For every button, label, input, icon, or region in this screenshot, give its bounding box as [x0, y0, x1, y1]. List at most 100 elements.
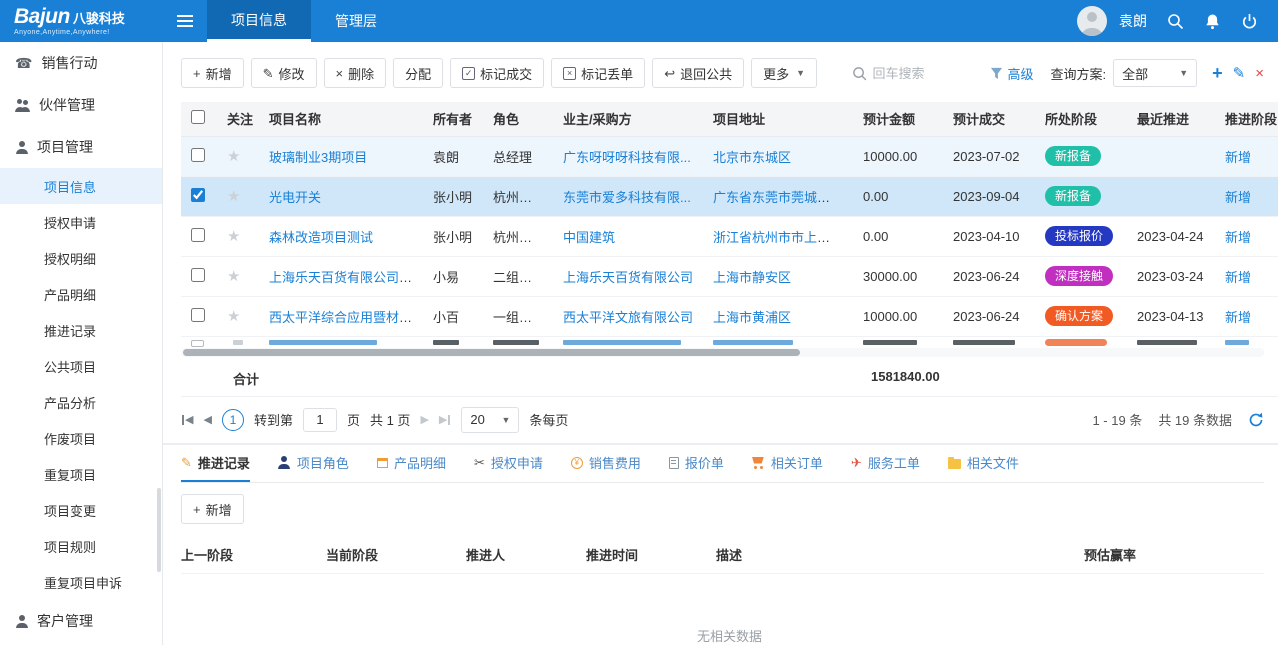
mark-lost-button[interactable]: ×标记丢单 — [551, 58, 645, 88]
star-icon[interactable]: ★ — [227, 228, 240, 245]
project-name-link[interactable]: 西太平洋综合应用暨材料试... — [269, 310, 423, 325]
mark-won-button[interactable]: ✓标记成交 — [450, 58, 544, 88]
table-row[interactable]: ★ 森林改造项目测试 张小明 杭州渠道 中国建筑 浙江省杭州市市上城区杭州...… — [181, 216, 1278, 256]
avatar[interactable] — [1077, 6, 1107, 36]
sidebar-item-label: 重复项目申诉 — [44, 573, 122, 592]
push-stage-link[interactable]: 新增 — [1225, 270, 1251, 285]
project-name-link[interactable]: 光电开关 — [269, 190, 321, 205]
query-plan-select[interactable]: 全部 ▼ — [1113, 59, 1197, 87]
return-public-button[interactable]: ↩退回公共 — [652, 58, 744, 88]
search-input[interactable] — [873, 66, 969, 81]
bell-icon[interactable] — [1204, 13, 1221, 30]
add-button[interactable]: +新增 — [181, 58, 244, 88]
table-row[interactable]: ★ 上海乐天百货有限公司项目 小易 二组渠道 上海乐天百货有限公司 上海市静安区… — [181, 256, 1278, 296]
edit-button[interactable]: ✎修改 — [251, 58, 317, 88]
sidebar-group-partner-management[interactable]: 伙伴管理 — [0, 84, 162, 126]
sidebar-item-product-detail[interactable]: 产品明细 — [0, 276, 162, 312]
sidebar-item-project-info[interactable]: 项目信息 — [0, 168, 162, 204]
client-link[interactable]: 中国建筑 — [563, 230, 615, 245]
detail-tab-auth-request[interactable]: ✂授权申请 — [474, 445, 543, 482]
row-checkbox[interactable] — [191, 148, 205, 162]
username[interactable]: 袁朗 — [1119, 11, 1147, 31]
last-page-icon[interactable]: ▶ — [439, 413, 451, 426]
pagination: ◀ ◀ 1 转到第 页 共 1 页 ▶ ▶ 20 ▼ 条每页 1 - 19 条 … — [181, 397, 1278, 443]
more-button[interactable]: 更多▼ — [751, 58, 817, 88]
detail-tab-service-tickets[interactable]: ✈服务工单 — [851, 445, 920, 482]
client-link[interactable]: 广东呀呀呀科技有限... — [563, 150, 691, 165]
sidebar-item-duplicate-projects[interactable]: 重复项目 — [0, 456, 162, 492]
detail-tab-project-roles[interactable]: 项目角色 — [278, 445, 349, 482]
sidebar-item-voided-projects[interactable]: 作废项目 — [0, 420, 162, 456]
search-icon[interactable] — [1167, 13, 1184, 30]
delete-query-icon[interactable]: × — [1255, 66, 1264, 81]
tab-project-info[interactable]: 项目信息 — [207, 0, 311, 42]
row-checkbox[interactable] — [191, 188, 205, 202]
address-link[interactable]: 上海市静安区 — [713, 270, 791, 285]
address-link[interactable]: 浙江省杭州市市上城区杭州... — [713, 230, 853, 245]
menu-toggle-icon[interactable] — [163, 15, 207, 27]
detail-tab-push-records[interactable]: ✎推进记录 — [181, 445, 250, 482]
table-row[interactable]: ★ 光电开关 张小明 杭州渠道 东莞市爱多科技有限... 广东省东莞市莞城区55… — [181, 176, 1278, 216]
tab-management[interactable]: 管理层 — [311, 0, 401, 42]
sidebar-item-public-projects[interactable]: 公共项目 — [0, 348, 162, 384]
top-tabs: 项目信息 管理层 — [207, 0, 401, 42]
page-size-select[interactable]: 20 ▼ — [461, 407, 519, 433]
address-link[interactable]: 广东省东莞市莞城区55555 — [713, 190, 853, 205]
detail-tab-label: 授权申请 — [491, 453, 543, 472]
star-icon[interactable]: ★ — [227, 308, 240, 325]
client-link[interactable]: 东莞市爱多科技有限... — [563, 190, 691, 205]
scrollbar-thumb[interactable] — [183, 349, 800, 356]
detail-tab-related-files[interactable]: 相关文件 — [948, 445, 1019, 482]
row-checkbox[interactable] — [191, 308, 205, 322]
per-page-label: 条每页 — [529, 410, 568, 429]
detail-tab-product-detail[interactable]: 产品明细 — [377, 445, 446, 482]
edit-query-icon[interactable]: ✎ — [1233, 66, 1246, 81]
address-link[interactable]: 北京市东城区 — [713, 150, 791, 165]
detail-tab-sales-expense[interactable]: ¥销售费用 — [571, 445, 641, 482]
star-icon[interactable]: ★ — [227, 268, 240, 285]
push-stage-link[interactable]: 新增 — [1225, 230, 1251, 245]
detail-add-button[interactable]: +新增 — [181, 494, 244, 524]
first-page-icon[interactable]: ◀ — [181, 413, 193, 426]
project-name-link[interactable]: 上海乐天百货有限公司项目 — [269, 270, 423, 285]
star-icon[interactable]: ★ — [227, 188, 240, 205]
project-name-link[interactable]: 玻璃制业3期项目 — [269, 150, 367, 165]
push-stage-link[interactable]: 新增 — [1225, 190, 1251, 205]
sidebar-item-project-rules[interactable]: 项目规则 — [0, 528, 162, 564]
sidebar-item-push-records[interactable]: 推进记录 — [0, 312, 162, 348]
row-checkbox[interactable] — [191, 268, 205, 282]
assign-button[interactable]: 分配 — [393, 58, 443, 88]
sidebar-group-sales-actions[interactable]: ☎ 销售行动 — [0, 42, 162, 84]
detail-tab-quotation[interactable]: 报价单 — [669, 445, 724, 482]
detail-tab-related-orders[interactable]: 相关订单 — [752, 445, 823, 482]
select-all-checkbox[interactable] — [191, 110, 205, 124]
sidebar-item-project-changes[interactable]: 项目变更 — [0, 492, 162, 528]
prev-page-icon[interactable]: ◀ — [203, 413, 211, 426]
star-icon[interactable]: ★ — [227, 148, 240, 165]
power-icon[interactable] — [1241, 13, 1258, 30]
next-page-icon[interactable]: ▶ — [420, 413, 428, 426]
sidebar-item-duplicate-appeal[interactable]: 重复项目申诉 — [0, 564, 162, 600]
push-stage-link[interactable]: 新增 — [1225, 150, 1251, 165]
advanced-filter[interactable]: 高级 — [990, 64, 1034, 83]
row-checkbox[interactable] — [191, 228, 205, 242]
sidebar-item-auth-detail[interactable]: 授权明细 — [0, 240, 162, 276]
goto-page-input[interactable] — [303, 408, 337, 432]
client-link[interactable]: 上海乐天百货有限公司 — [563, 270, 693, 285]
refresh-icon[interactable] — [1248, 412, 1264, 428]
horizontal-scrollbar[interactable] — [181, 348, 1264, 357]
delete-button[interactable]: ×删除 — [324, 58, 387, 88]
table-row[interactable]: ★ 西太平洋综合应用暨材料试... 小百 一组渠道 西太平洋文旅有限公司 上海市… — [181, 296, 1278, 336]
add-query-icon[interactable]: + — [1212, 64, 1223, 82]
current-page[interactable]: 1 — [222, 409, 244, 431]
table-row[interactable]: ★ 玻璃制业3期项目 袁朗 总经理 广东呀呀呀科技有限... 北京市东城区 10… — [181, 136, 1278, 176]
sidebar-group-customer-management[interactable]: 客户管理 — [0, 600, 162, 642]
address-link[interactable]: 上海市黄浦区 — [713, 310, 791, 325]
sidebar-scrollbar[interactable] — [157, 488, 161, 572]
project-name-link[interactable]: 森林改造项目测试 — [269, 230, 373, 245]
sidebar-group-project-management[interactable]: 项目管理 — [0, 126, 162, 168]
sidebar-item-auth-request[interactable]: 授权申请 — [0, 204, 162, 240]
sidebar-item-product-analysis[interactable]: 产品分析 — [0, 384, 162, 420]
client-link[interactable]: 西太平洋文旅有限公司 — [563, 310, 693, 325]
push-stage-link[interactable]: 新增 — [1225, 310, 1251, 325]
